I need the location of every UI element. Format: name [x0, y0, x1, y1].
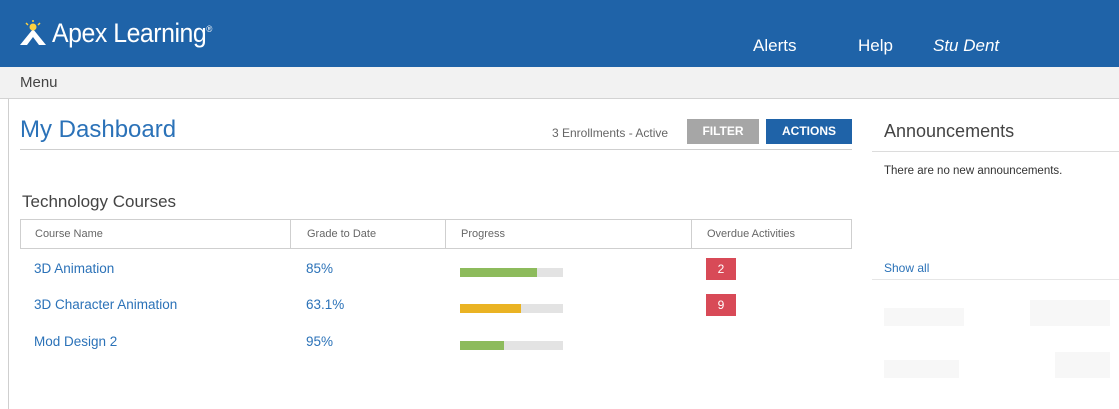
- overdue-badge[interactable]: 9: [706, 294, 736, 316]
- col-overdue: Overdue Activities: [707, 228, 796, 240]
- progress-bar: [460, 268, 563, 277]
- col-divider: [290, 220, 291, 248]
- progress-fill: [460, 268, 538, 277]
- actions-button[interactable]: ACTIONS: [766, 119, 852, 144]
- grade-value[interactable]: 95%: [306, 334, 333, 349]
- col-divider: [445, 220, 446, 248]
- courses-table: Course Name Grade to Date Progress Overd…: [20, 219, 852, 350]
- overdue-badge[interactable]: 2: [706, 258, 736, 280]
- faded-placeholder: [884, 308, 964, 326]
- title-divider: [20, 149, 852, 150]
- menu-bar: Menu: [0, 67, 1119, 99]
- progress-fill: [460, 341, 505, 350]
- announcements-title: Announcements: [884, 121, 1015, 141]
- grade-value[interactable]: 63.1%: [306, 297, 344, 312]
- course-link[interactable]: 3D Animation: [34, 261, 114, 276]
- faded-placeholder: [1055, 352, 1110, 378]
- table-row: Mod Design 2 95%: [20, 328, 852, 356]
- enrollment-status: 3 Enrollments - Active: [552, 126, 669, 140]
- alerts-link[interactable]: Alerts: [753, 36, 796, 56]
- filter-button[interactable]: FILTER: [687, 119, 759, 144]
- col-grade: Grade to Date: [307, 228, 377, 240]
- apex-logo[interactable]: Apex Learning®: [18, 18, 226, 49]
- table-row: 3D Character Animation 63.1% 9: [20, 291, 852, 319]
- section-title: Technology Courses: [22, 192, 177, 211]
- progress-fill: [460, 304, 521, 313]
- col-progress: Progress: [461, 228, 506, 240]
- faded-placeholder: [884, 360, 959, 378]
- announcements-empty-text: There are no new announcements.: [884, 165, 1063, 177]
- show-all-link[interactable]: Show all: [884, 261, 929, 275]
- announcements-divider: [872, 279, 1119, 280]
- col-course-name: Course Name: [35, 228, 103, 240]
- user-menu[interactable]: Stu Dent: [933, 36, 999, 56]
- table-row: 3D Animation 85% 2: [20, 255, 852, 283]
- course-link[interactable]: 3D Character Animation: [34, 297, 177, 312]
- progress-bar: [460, 304, 563, 313]
- page-title: My Dashboard: [20, 116, 177, 143]
- help-link[interactable]: Help: [858, 36, 893, 56]
- course-link[interactable]: Mod Design 2: [34, 334, 117, 349]
- grade-value[interactable]: 85%: [306, 261, 333, 276]
- announcements-divider: [872, 151, 1119, 152]
- app-header: Apex Learning® Alerts Help Stu Dent: [0, 0, 1119, 67]
- progress-bar: [460, 341, 563, 350]
- left-border: [8, 99, 9, 409]
- menu-button[interactable]: Menu: [20, 74, 58, 91]
- col-divider: [691, 220, 692, 248]
- apex-logo-icon: [18, 18, 48, 49]
- faded-placeholder: [1030, 300, 1110, 326]
- table-header: Course Name Grade to Date Progress Overd…: [20, 219, 852, 249]
- brand-name: Apex Learning®: [52, 18, 212, 48]
